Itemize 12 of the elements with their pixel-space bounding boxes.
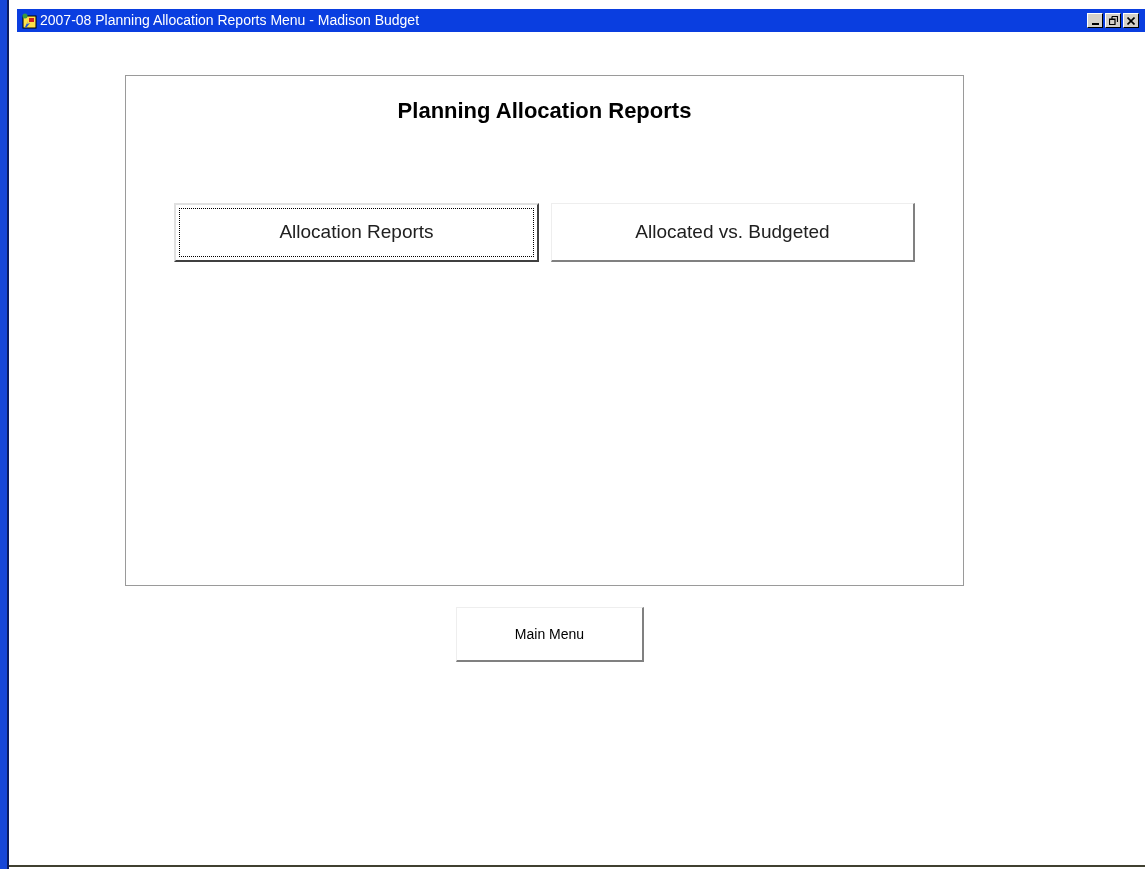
report-button[interactable]: Allocated vs. Budgeted	[551, 203, 915, 262]
window-title: 2007-08 Planning Allocation Reports Menu - Madison Budget	[40, 11, 420, 30]
close-button[interactable]	[1123, 13, 1139, 28]
app-icon	[21, 12, 37, 29]
close-icon	[1127, 16, 1135, 25]
restore-icon	[1108, 16, 1118, 25]
restore-button[interactable]	[1105, 13, 1121, 28]
minimize-button[interactable]	[1087, 13, 1103, 28]
minimize-icon	[1091, 23, 1099, 25]
panel-title: Planning Allocation Reports	[397, 97, 692, 125]
report-button[interactable]: Allocation Reports	[174, 203, 539, 262]
main-menu-button[interactable]: Main Menu	[456, 607, 644, 662]
